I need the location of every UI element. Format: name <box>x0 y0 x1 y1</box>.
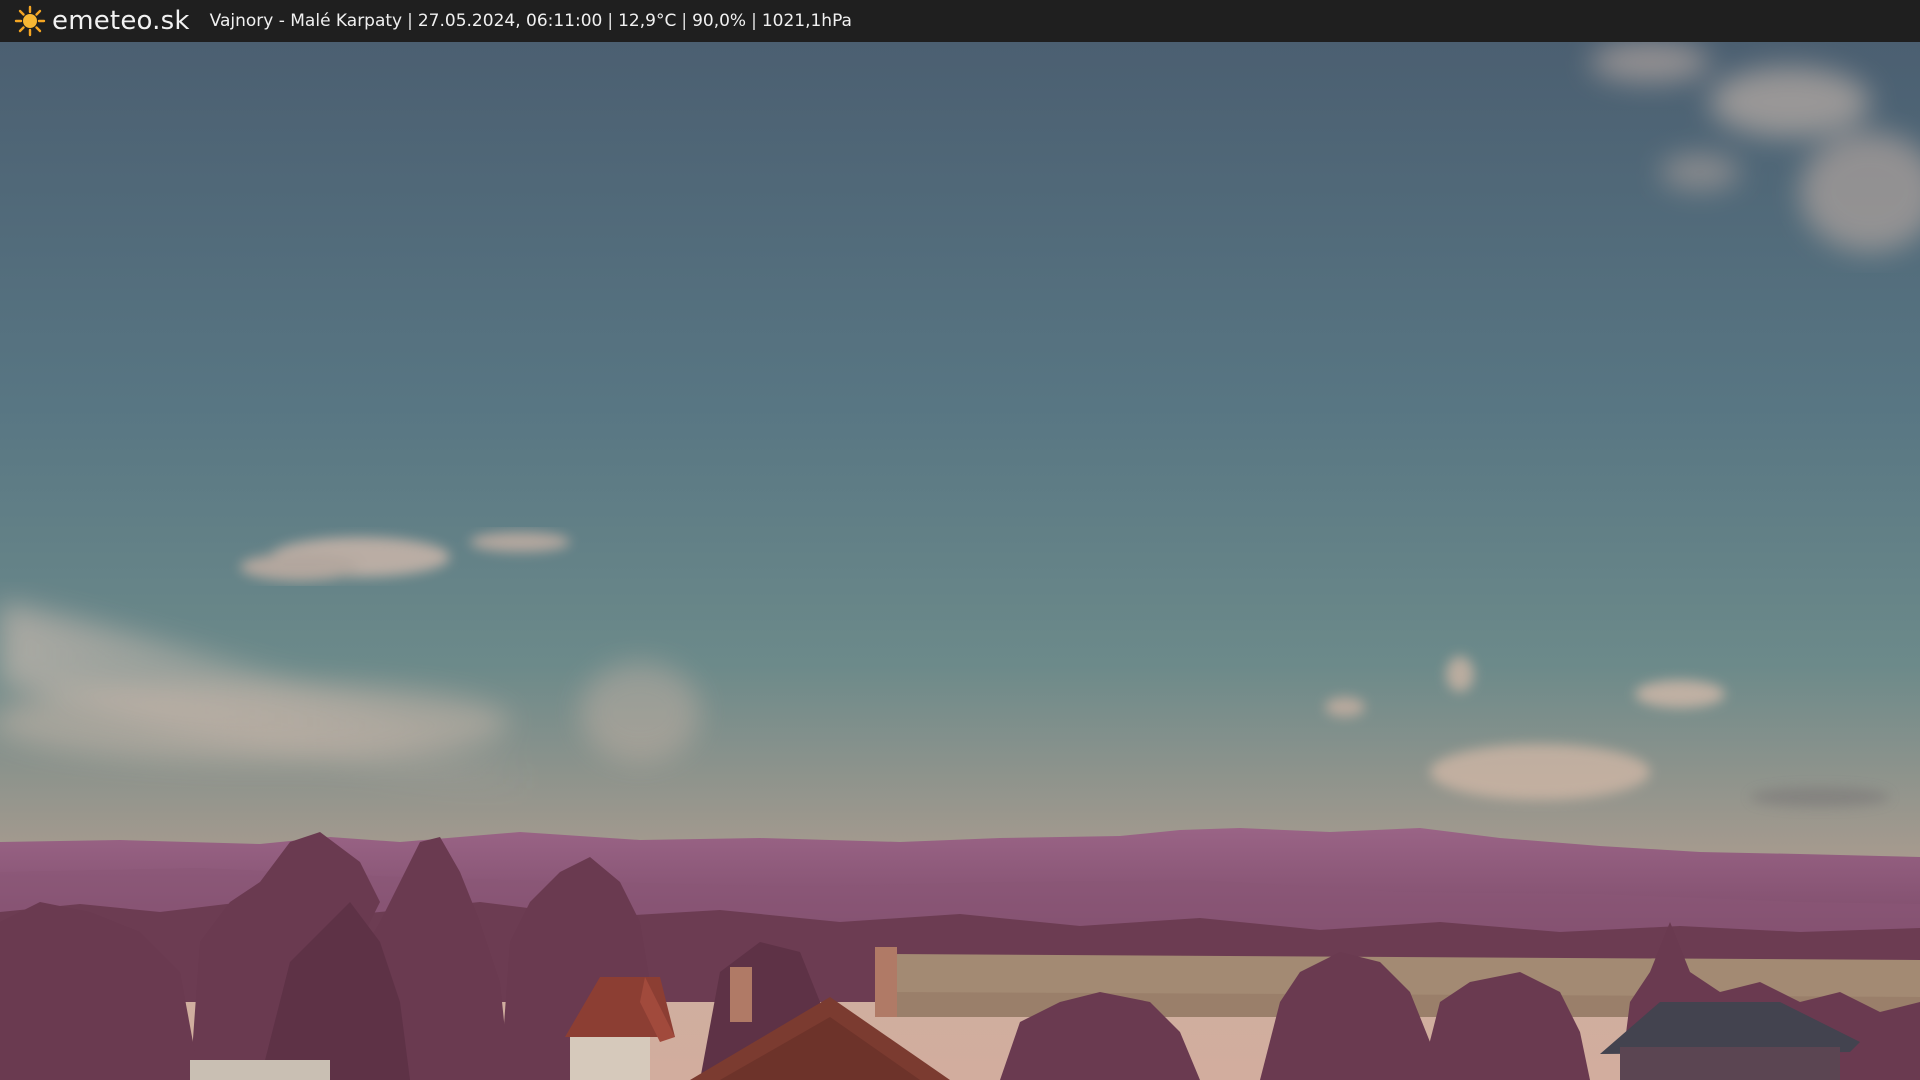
station-info: Vajnory - Malé Karpaty | 27.05.2024, 06:11… <box>210 11 852 31</box>
logo-text: emeteo.sk <box>52 6 190 36</box>
webcam-frame: emeteo.sk Vajnory - Malé Karpaty | 27.05.2… <box>0 0 1920 1080</box>
datetime-label: 27.05.2024, 06:11:00 <box>417 11 603 31</box>
humidity-label: 90,0% <box>692 11 747 31</box>
sun-icon <box>14 5 46 37</box>
separator: | <box>681 11 688 31</box>
location-label: Vajnory - Malé Karpaty <box>209 11 403 31</box>
temperature-label: 12,9°C <box>618 11 677 31</box>
webcam-image <box>0 42 1920 1080</box>
separator: | <box>407 11 413 31</box>
separator: | <box>607 11 614 31</box>
pressure-label: 1021,1hPa <box>761 11 852 31</box>
site-logo[interactable]: emeteo.sk <box>14 5 190 37</box>
separator: | <box>751 11 757 31</box>
info-bar: emeteo.sk Vajnory - Malé Karpaty | 27.05.2… <box>0 0 1920 42</box>
